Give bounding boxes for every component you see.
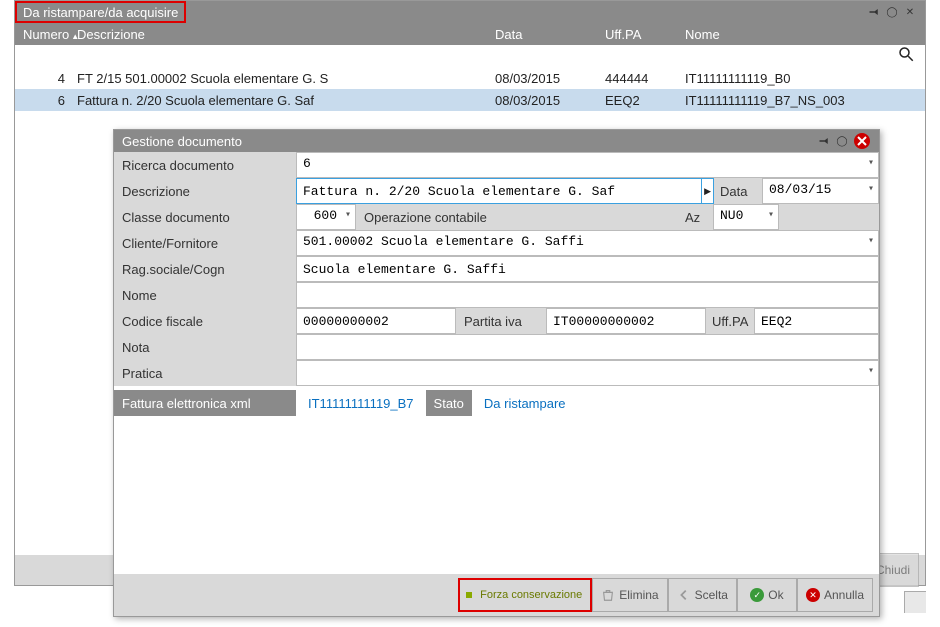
resize-handle-icon[interactable]: [904, 591, 926, 613]
col-descrizione[interactable]: Descrizione: [75, 27, 495, 42]
fatxml-link[interactable]: IT11111111119_B7: [296, 392, 426, 415]
cliente-combo[interactable]: 501.00002 Scuola elementare G. Saffi: [296, 230, 879, 256]
table-header: Numero▲ Descrizione Data Uff.PA Nome: [15, 23, 925, 45]
col-data[interactable]: Data: [495, 27, 605, 42]
pin-icon[interactable]: [817, 134, 831, 148]
dialog-title: Gestione documento: [122, 130, 242, 152]
dialog-footer: Forza conservazione Elimina Scelta ✓ Ok …: [114, 574, 879, 616]
pratica-combo[interactable]: [296, 360, 879, 386]
check-icon: ✓: [750, 588, 764, 602]
close-icon[interactable]: ✕: [903, 5, 917, 19]
dialog-titlebar: Gestione documento ◯: [114, 130, 879, 152]
maximize-icon[interactable]: ◯: [835, 134, 849, 148]
uffpa-input[interactable]: [754, 308, 879, 334]
col-uffpa[interactable]: Uff.PA: [605, 27, 685, 42]
chevron-right-icon[interactable]: ▶: [702, 178, 714, 204]
table-row[interactable]: 4 FT 2/15 501.00002 Scuola elementare G.…: [15, 67, 925, 89]
label-classe: Classe documento: [114, 204, 296, 230]
label-descrizione: Descrizione: [114, 178, 296, 204]
nota-input[interactable]: [296, 334, 879, 360]
table-row[interactable]: 6 Fattura n. 2/20 Scuola elementare G. S…: [15, 89, 925, 111]
label-az: Az: [679, 204, 713, 230]
main-title: Da ristampare/da acquisire: [15, 1, 186, 23]
label-piva: Partita iva: [456, 308, 546, 334]
label-codfisc: Codice fiscale: [114, 308, 296, 334]
ok-button[interactable]: ✓ Ok: [737, 578, 797, 612]
search-row: [15, 45, 925, 67]
status-dot-icon: [466, 592, 472, 598]
dialog-gestione-documento: Gestione documento ◯ Ricerca documento 6…: [113, 129, 880, 617]
codfisc-input[interactable]: [296, 308, 456, 334]
col-numero[interactable]: Numero▲: [15, 27, 75, 42]
forza-conservazione-button[interactable]: Forza conservazione: [458, 578, 592, 612]
piva-input[interactable]: [546, 308, 706, 334]
table-body: 4 FT 2/15 501.00002 Scuola elementare G.…: [15, 67, 925, 111]
pin-icon[interactable]: [867, 5, 881, 19]
label-fatxml: Fattura elettronica xml: [114, 390, 296, 416]
classe-combo[interactable]: 600: [296, 204, 356, 230]
col-nome[interactable]: Nome: [685, 27, 925, 42]
label-cliente: Cliente/Fornitore: [114, 230, 296, 256]
arrow-left-icon: [677, 588, 691, 602]
label-operazione: Operazione contabile: [356, 204, 679, 230]
az-combo[interactable]: NU0: [713, 204, 779, 230]
maximize-icon[interactable]: ◯: [885, 5, 899, 19]
descrizione-input[interactable]: [296, 178, 702, 204]
close-icon[interactable]: [853, 132, 871, 150]
label-data: Data: [714, 178, 762, 204]
label-uffpa: Uff.PA: [706, 308, 754, 334]
label-rag: Rag.sociale/Cogn: [114, 256, 296, 282]
annulla-button[interactable]: ✕ Annulla: [797, 578, 873, 612]
nome-input[interactable]: [296, 282, 879, 308]
trash-icon: [601, 588, 615, 602]
label-ricerca: Ricerca documento: [114, 152, 296, 178]
ricerca-combo[interactable]: 6: [296, 152, 879, 178]
label-nome: Nome: [114, 282, 296, 308]
dialog-body: Ricerca documento 6 Descrizione ▶ Data 0…: [114, 152, 879, 416]
data-combo[interactable]: 08/03/15: [762, 178, 879, 204]
main-titlebar: Da ristampare/da acquisire ◯ ✕: [15, 1, 925, 23]
search-icon[interactable]: [897, 45, 915, 68]
rag-input[interactable]: [296, 256, 879, 282]
label-stato: Stato: [426, 390, 472, 416]
label-nota: Nota: [114, 334, 296, 360]
label-pratica: Pratica: [114, 360, 296, 386]
cancel-icon: ✕: [806, 588, 820, 602]
stato-link[interactable]: Da ristampare: [472, 392, 578, 415]
elimina-button[interactable]: Elimina: [592, 578, 667, 612]
scelta-button[interactable]: Scelta: [668, 578, 737, 612]
